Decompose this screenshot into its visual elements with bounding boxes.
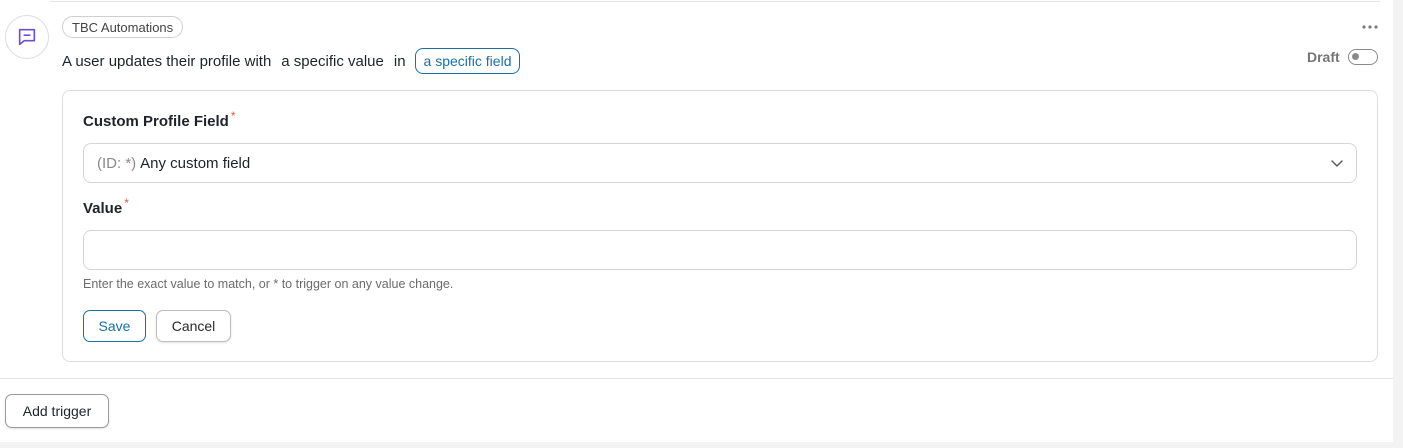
custom-field-label-text: Custom Profile Field <box>83 113 229 130</box>
status-label: Draft <box>1307 49 1340 65</box>
source-tag: TBC Automations <box>62 16 184 38</box>
automation-trigger-page: TBC Automations A user updates their pro… <box>0 0 1403 448</box>
top-divider <box>50 1 1380 2</box>
section-divider <box>0 378 1393 379</box>
trigger-type-badge <box>5 15 49 59</box>
sentence-part-3: in <box>393 52 406 70</box>
trigger-sentence: A user updates their profile with a spec… <box>62 47 521 75</box>
more-options-icon[interactable] <box>1361 19 1379 35</box>
message-square-icon <box>18 28 36 46</box>
toggle-knob <box>1352 53 1359 60</box>
required-mark: * <box>124 196 129 210</box>
sentence-part-1: A user updates their profile with <box>62 52 272 70</box>
custom-field-label: Custom Profile Field * <box>83 109 236 130</box>
save-button[interactable]: Save <box>83 310 146 342</box>
value-label-text: Value <box>83 200 123 217</box>
custom-field-select[interactable]: (ID: *) Any custom field <box>83 143 1357 183</box>
value-helper-text: Enter the exact value to match, or * to … <box>83 277 454 291</box>
chevron-down-icon <box>1331 160 1343 167</box>
selected-id-prefix: (ID: *) <box>97 154 137 172</box>
trigger-config-card: Custom Profile Field * (ID: *) Any custom… <box>62 90 1378 362</box>
cancel-button[interactable]: Cancel <box>156 310 231 342</box>
bottom-gutter <box>0 442 1403 448</box>
value-input[interactable] <box>83 230 1357 270</box>
sentence-value-token: a specific value <box>281 52 384 70</box>
required-mark: * <box>230 109 236 123</box>
add-trigger-button[interactable]: Add trigger <box>5 394 109 428</box>
enable-toggle[interactable] <box>1348 49 1378 65</box>
specific-field-chip[interactable]: a specific field <box>414 48 521 74</box>
right-gutter <box>1393 0 1403 448</box>
value-label: Value * <box>83 196 129 217</box>
selected-value: Any custom field <box>140 154 251 172</box>
